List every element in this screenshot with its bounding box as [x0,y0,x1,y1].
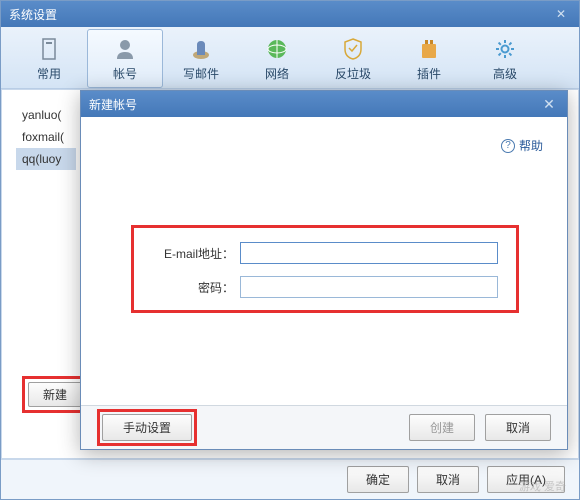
dialog-footer: 手动设置 创建 取消 [81,405,567,449]
tab-plugins[interactable]: 插件 [391,29,467,88]
plugin-icon [415,35,443,63]
manual-setup-button[interactable]: 手动设置 [102,414,192,441]
general-icon [35,35,63,63]
window-title: 系统设置 [9,6,551,23]
window-titlebar: 系统设置 ✕ [1,1,579,27]
tab-label: 网络 [265,65,289,82]
cancel-button[interactable]: 取消 [417,466,479,493]
list-item[interactable]: foxmail( [16,126,76,148]
shield-icon [339,35,367,63]
ok-button[interactable]: 确定 [347,466,409,493]
tab-antispam[interactable]: 反垃圾 [315,29,391,88]
dialog-title: 新建帐号 [89,96,539,113]
help-label: 帮助 [519,137,543,154]
tab-advanced[interactable]: 高级 [467,29,543,88]
email-label: E-mail地址： [152,245,240,262]
tab-general[interactable]: 常用 [11,29,87,88]
dialog-close-icon[interactable]: ✕ [539,96,559,113]
tab-label: 反垃圾 [335,65,371,82]
list-item[interactable]: yanluo( [16,104,76,126]
gear-icon [491,35,519,63]
dialog-cancel-button[interactable]: 取消 [485,414,551,441]
tab-network[interactable]: 网络 [239,29,315,88]
tab-compose[interactable]: 写邮件 [163,29,239,88]
compose-icon [187,35,215,63]
create-button[interactable]: 创建 [409,414,475,441]
tab-label: 常用 [37,65,61,82]
email-row: E-mail地址： [152,242,498,264]
tab-label: 帐号 [113,65,137,82]
help-link[interactable]: ? 帮助 [501,137,543,154]
window-footer: 确定 取消 应用(A) [1,459,579,499]
help-icon: ? [501,139,515,153]
toolbar: 常用 帐号 写邮件 网络 反垃圾 插件 高级 [1,27,579,89]
watermark: 游戏 爱奇 [519,478,566,494]
new-account-dialog: 新建帐号 ✕ ? 帮助 E-mail地址： 密码： 手动设置 创建 取消 [80,90,568,450]
network-icon [263,35,291,63]
window-close-icon[interactable]: ✕ [551,7,571,21]
email-field[interactable] [240,242,498,264]
password-label: 密码： [152,279,240,296]
account-list: yanluo( foxmail( qq(luoy [16,104,76,170]
dialog-titlebar: 新建帐号 ✕ [81,91,567,117]
tab-label: 插件 [417,65,441,82]
highlight-manual: 手动设置 [97,409,197,446]
list-item[interactable]: qq(luoy [16,148,76,170]
account-icon [111,35,139,63]
dialog-body: ? 帮助 E-mail地址： 密码： [81,117,567,405]
password-field[interactable] [240,276,498,298]
new-button[interactable]: 新建 [28,382,82,407]
highlight-new: 新建 [22,376,88,413]
highlight-form: E-mail地址： 密码： [131,225,519,313]
tab-account[interactable]: 帐号 [87,29,163,88]
tab-label: 写邮件 [183,65,219,82]
password-row: 密码： [152,276,498,298]
tab-label: 高级 [493,65,517,82]
